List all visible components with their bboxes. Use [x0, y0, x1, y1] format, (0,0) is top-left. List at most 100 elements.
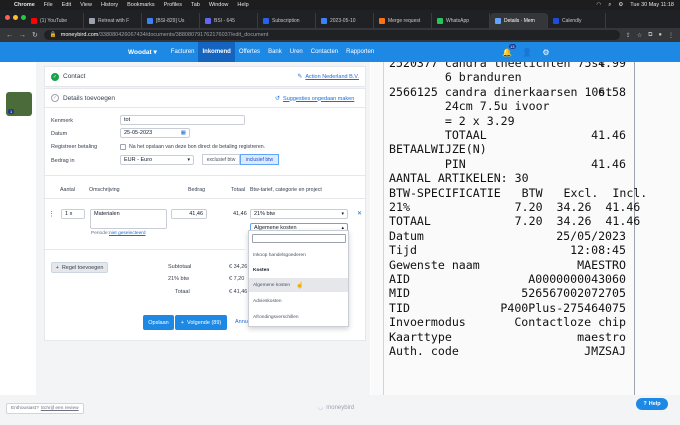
receipt-line-text: AID — [389, 272, 410, 286]
cancel-link[interactable]: Annu — [235, 319, 248, 325]
help-button[interactable]: ? Help — [636, 398, 668, 410]
dropdown-option[interactable]: Afrondingsverschillen — [249, 310, 348, 324]
payment-checkbox[interactable] — [120, 144, 126, 150]
nav-inkomend[interactable]: Inkomend — [198, 42, 235, 62]
settings-gear-icon[interactable]: ⚙ — [541, 47, 551, 57]
receipt-line-text: TID — [389, 300, 410, 315]
menu-help[interactable]: Help — [237, 2, 248, 8]
dropdown-option-hovered[interactable]: Algemene kosten ☝ — [249, 278, 348, 292]
menu-file[interactable]: File — [44, 2, 53, 8]
receipt-edge — [634, 62, 635, 395]
receipt-line-text: Auth. code — [389, 344, 459, 358]
menubar-clock[interactable]: Tue 30 May 11:18 — [630, 2, 674, 8]
menu-profiles[interactable]: Profiles — [164, 2, 182, 8]
dropdown-option[interactable]: Inkoop handelsgoederen — [249, 248, 348, 262]
menu-history[interactable]: History — [101, 2, 118, 8]
quantity-input[interactable]: 1 x — [61, 209, 85, 219]
save-and-next-button[interactable]: + Volgende (89) — [175, 315, 227, 330]
description-textarea[interactable]: Materialen — [90, 209, 167, 229]
notifications-icon[interactable]: 🔔 13 — [502, 44, 516, 57]
calendar-icon[interactable]: ▦ — [181, 130, 186, 136]
nav-rapporten[interactable]: Rapporten — [342, 42, 378, 62]
browser-tab[interactable]: (1) YouTube — [26, 13, 84, 28]
close-window-button[interactable] — [5, 15, 10, 20]
receipt-line-text: Gewenste naam — [389, 257, 480, 272]
add-line-button[interactable]: + Regel toevoegen — [51, 262, 108, 273]
undo-suggestions-link[interactable]: Suggesties ongedaan maken — [283, 96, 354, 102]
url-field[interactable]: 🔒 moneybird.com/338080426067434/document… — [43, 30, 620, 40]
more-menu-icon[interactable]: ⋮ — [668, 32, 674, 39]
wifi-icon[interactable]: ◠ — [596, 2, 601, 8]
browser-tab[interactable]: 2023-05-10 — [316, 13, 374, 28]
undo-suggestions[interactable]: ↺ Suggesties ongedaan maken — [275, 95, 354, 103]
chevron-down-icon: ▾ — [153, 49, 157, 56]
administration-selector[interactable]: Woodat ▾ — [128, 48, 157, 56]
menu-tab[interactable]: Tab — [191, 2, 200, 8]
browser-tab-active[interactable]: Details · Mem — [490, 13, 548, 28]
forward-icon[interactable]: → — [19, 32, 26, 39]
browser-tab[interactable]: BSI - 645 — [200, 13, 258, 28]
browser-tab[interactable]: WhatsApp — [432, 13, 490, 28]
window-controls — [5, 15, 26, 20]
browser-tab[interactable]: [BSI-829] Us — [142, 13, 200, 28]
datum-input[interactable]: 25-05-2023 ▦ — [120, 128, 190, 138]
inclusive-vat-toggle[interactable]: inclusief btw — [240, 154, 279, 165]
nav-uren[interactable]: Uren — [286, 42, 307, 62]
reload-icon[interactable]: ↻ — [32, 31, 38, 39]
control-center-icon[interactable]: ⚙ — [618, 2, 623, 8]
receipt-line-value: MAESTRO — [577, 257, 626, 272]
contact-link[interactable]: Action Nederland B.V. — [305, 74, 359, 80]
moneybird-logo: ◡ moneybird — [318, 404, 355, 412]
vat-rate-select[interactable]: 21% btw ▾ — [250, 209, 348, 219]
edit-icon[interactable]: ✎ — [297, 73, 302, 80]
back-icon[interactable]: ← — [6, 32, 13, 39]
extensions-icon[interactable]: ⧉ — [648, 32, 652, 39]
profile-icon[interactable]: ● — [658, 32, 662, 39]
menu-edit[interactable]: Edit — [62, 2, 71, 8]
receipt-line-value: 25/05/2023 — [556, 228, 626, 243]
receipt-edge — [383, 62, 384, 395]
receipt-preview: 2520377 candra theelichten 75st 4.99 6 br… — [371, 62, 680, 395]
browser-tab[interactable]: Merge request — [374, 13, 432, 28]
exclusive-vat-toggle[interactable]: exclusief btw — [202, 154, 240, 165]
notification-badge: 13 — [508, 44, 516, 49]
menu-view[interactable]: View — [80, 2, 92, 8]
datum-label: Datum — [51, 131, 68, 137]
dropdown-search-input[interactable] — [252, 234, 346, 243]
avatar[interactable]: 1 — [6, 92, 32, 116]
receipt-line-value: JMZSAJ — [584, 344, 626, 358]
search-icon[interactable]: ⌕ — [608, 2, 611, 9]
browser-tab[interactable]: Retreat with F — [84, 13, 142, 28]
remove-row-icon[interactable]: ✕ — [357, 210, 362, 217]
col-header-description: Omschrijving — [89, 187, 120, 193]
currency-select[interactable]: EUR - Euro ▾ — [120, 155, 194, 165]
receipt-line-value: 526567002072705 — [521, 286, 626, 301]
nav-contacten[interactable]: Contacten — [307, 42, 342, 62]
nav-bank[interactable]: Bank — [264, 42, 286, 62]
drag-handle-icon[interactable]: ⋮ — [48, 210, 55, 218]
menu-window[interactable]: Window — [209, 2, 229, 8]
save-button[interactable]: Opslaan — [143, 315, 174, 330]
nav-offertes[interactable]: Offertes — [235, 42, 264, 62]
user-icon[interactable]: 👤 — [522, 47, 532, 57]
browser-tab[interactable]: Subscription — [258, 13, 316, 28]
dropdown-option[interactable]: Advieskosten — [249, 294, 348, 308]
share-icon[interactable]: ⇪ — [626, 32, 631, 39]
amount-input[interactable]: 41,46 — [171, 209, 207, 219]
minimize-window-button[interactable] — [13, 15, 18, 20]
zoom-window-button[interactable] — [21, 15, 26, 20]
nav-facturen[interactable]: Facturen — [167, 42, 199, 62]
menu-app-name[interactable]: Chrome — [14, 2, 35, 8]
review-prompt[interactable]: Enthousiast? Schrijf een review — [6, 403, 84, 414]
kenmerk-input[interactable]: tot — [120, 115, 245, 125]
divider — [45, 175, 365, 176]
category-dropdown: Inkoop handelsgoederen Kosten Algemene k… — [248, 230, 349, 327]
chevron-down-icon: ▾ — [187, 157, 190, 163]
browser-tab-strip: (1) YouTube Retreat with F [BSI-829] Us … — [0, 10, 680, 28]
period-link[interactable]: niet geselecteerd — [109, 231, 146, 236]
receipt-line-text: = 2 x 3.29 — [389, 113, 515, 128]
write-review-link[interactable]: Schrijf een review — [41, 406, 79, 411]
bookmark-star-icon[interactable]: ☆ — [637, 32, 642, 39]
menu-bookmarks[interactable]: Bookmarks — [127, 2, 155, 8]
browser-tab[interactable]: Calendly — [548, 13, 606, 28]
